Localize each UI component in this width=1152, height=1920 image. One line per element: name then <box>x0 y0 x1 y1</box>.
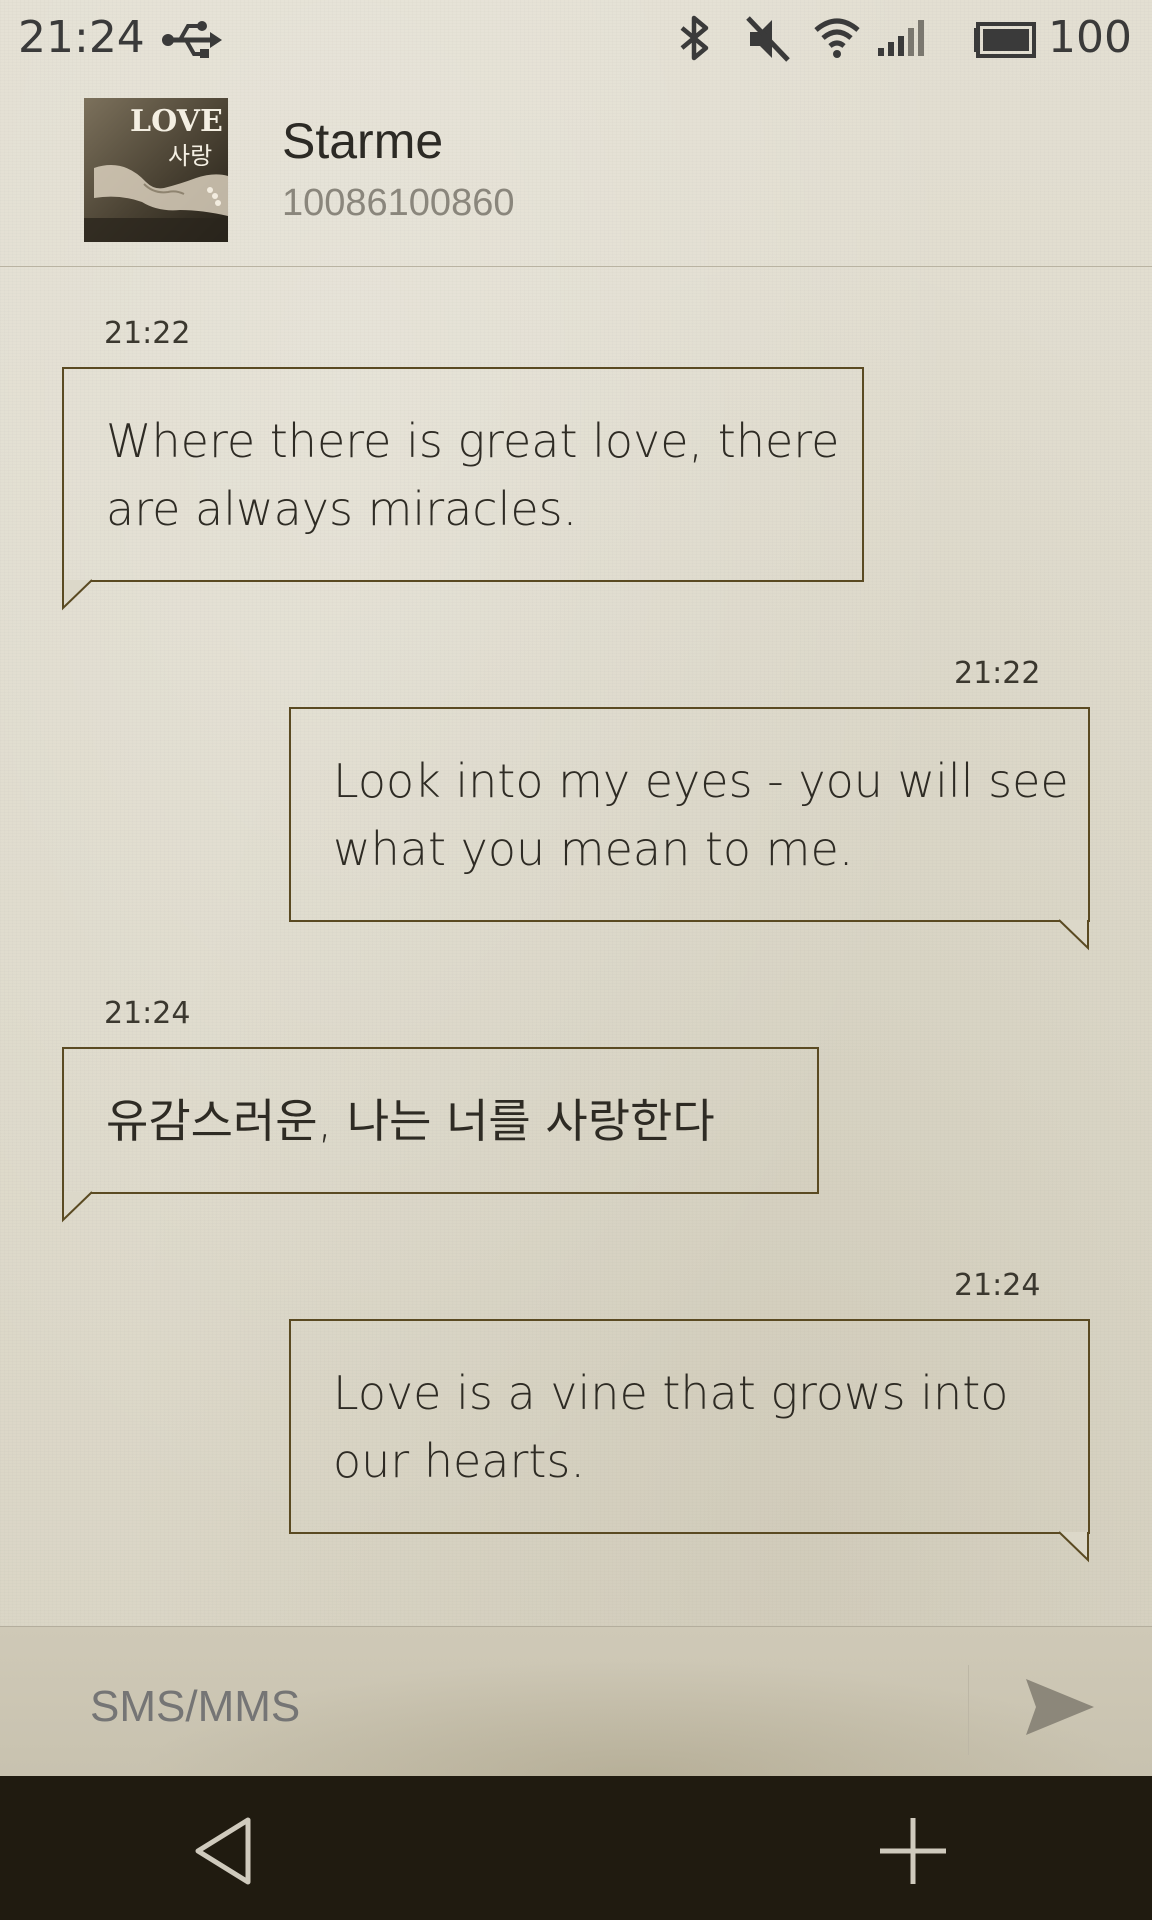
message-bubble-incoming[interactable]: Where there is great love, there are alw… <box>62 367 864 582</box>
contact-name: Starme <box>282 113 444 169</box>
message-line: are always miracles. <box>106 482 578 536</box>
bubble-tail <box>1058 919 1089 951</box>
message-input[interactable] <box>90 1677 940 1737</box>
message-timestamp: 21:22 <box>104 316 191 351</box>
message-bubble-outgoing[interactable]: Love is a vine that grows into our heart… <box>289 1319 1090 1534</box>
message-bubble-outgoing[interactable]: Look into my eyes - you will see what yo… <box>289 707 1090 922</box>
avatar[interactable]: LOVE 사랑 <box>84 98 228 242</box>
message-line: what you mean to me. <box>333 822 854 876</box>
message-line: Where there is great love, there <box>106 414 840 468</box>
message-line: 유감스러운, 나는 너를 사랑한다 <box>106 1094 715 1148</box>
back-button[interactable] <box>176 1806 266 1896</box>
message-timestamp: 21:22 <box>954 656 1041 691</box>
composer-bar <box>0 1626 1152 1777</box>
bubble-tail <box>1058 1531 1089 1563</box>
contact-number: 10086100860 <box>282 182 515 224</box>
avatar-text-en: LOVE <box>130 104 223 139</box>
message-timestamp: 21:24 <box>104 996 191 1031</box>
mute-icon <box>746 16 790 62</box>
status-time: 21:24 <box>18 12 145 63</box>
composer-divider <box>968 1665 969 1755</box>
navigation-bar <box>0 1776 1152 1920</box>
battery-percent: 100 <box>1048 12 1132 63</box>
message-line: our hearts. <box>333 1434 586 1488</box>
bluetooth-icon <box>680 15 709 61</box>
battery-icon <box>974 22 1036 58</box>
wifi-icon <box>814 18 860 58</box>
add-icon <box>880 1818 946 1884</box>
send-button[interactable] <box>1010 1667 1100 1747</box>
message-line: Look into my eyes - you will see <box>333 754 1069 808</box>
message-bubble-incoming[interactable]: 유감스러운, 나는 너를 사랑한다 <box>62 1047 819 1194</box>
message-timestamp: 21:24 <box>954 1268 1041 1303</box>
conversation-header: LOVE 사랑 Starme 10086100860 <box>0 78 1152 267</box>
back-icon <box>195 1817 251 1885</box>
send-icon <box>1026 1679 1094 1735</box>
avatar-text-ko: 사랑 <box>168 142 213 170</box>
bubble-tail <box>62 1191 93 1223</box>
message-text: Look into my eyes - you will see what yo… <box>333 747 1069 883</box>
add-button[interactable] <box>868 1806 958 1896</box>
usb-icon <box>162 21 222 58</box>
message-text: 유감스러운, 나는 너를 사랑한다 <box>106 1087 715 1155</box>
status-bar: 21:24 100 <box>0 0 1152 78</box>
message-text: Love is a vine that grows into our heart… <box>333 1359 1008 1495</box>
bubble-tail <box>62 579 93 611</box>
signal-icon <box>878 20 924 56</box>
message-line: Love is a vine that grows into <box>333 1366 1009 1420</box>
message-text: Where there is great love, there are alw… <box>106 407 839 543</box>
